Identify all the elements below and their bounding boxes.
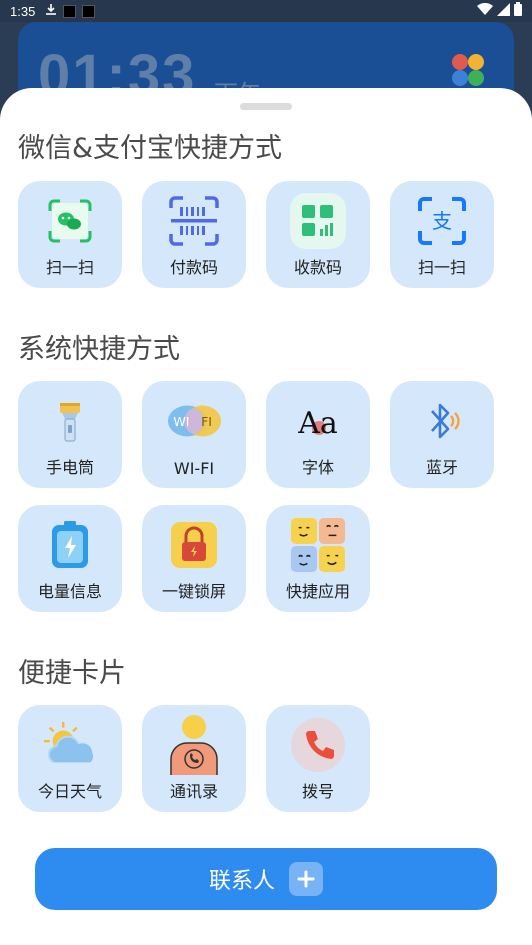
tile-label: 通讯录 [169, 782, 218, 801]
tile-label: WI-FI [173, 459, 215, 478]
tile-receive-code[interactable]: 收款码 [266, 181, 370, 288]
phone-icon [290, 717, 346, 773]
font-icon-text: Aa [297, 406, 338, 441]
tile-contacts[interactable]: 通讯录 [142, 705, 246, 812]
tile-label: 拨号 [301, 782, 334, 801]
tile-label: 扫一扫 [417, 258, 466, 277]
payment-code-icon [166, 193, 222, 249]
status-bar: 1:35 [0, 0, 532, 22]
tile-label: 手电筒 [45, 458, 94, 477]
wifi-icon-text-left: WI [173, 414, 189, 429]
weather-icon [42, 717, 98, 773]
tile-battery-info[interactable]: 电量信息 [18, 505, 122, 612]
download-icon [45, 3, 57, 20]
drag-handle[interactable] [240, 103, 292, 110]
flashlight-icon [42, 393, 98, 449]
tile-label: 付款码 [169, 258, 218, 277]
quick-apps-icon [290, 517, 346, 573]
wechat-scan-icon [42, 193, 98, 249]
section-title-cards: 便捷卡片 [18, 658, 126, 689]
tile-wechat-scan[interactable]: 扫一扫 [18, 181, 122, 288]
svg-text:支: 支 [432, 209, 452, 233]
receive-code-icon [290, 193, 346, 249]
section-title-pay: 微信&支付宝快捷方式 [18, 133, 283, 164]
contacts-button-label: 联系人 [208, 869, 275, 894]
app-logo-icon [452, 54, 484, 86]
tile-label: 快捷应用 [285, 582, 350, 601]
tile-payment-code[interactable]: 付款码 [142, 181, 246, 288]
wifi-icon-text-right: FI [201, 414, 212, 429]
notification-icon [63, 4, 77, 18]
cell-signal-icon [497, 2, 510, 20]
shortcut-sheet: 微信&支付宝快捷方式 扫一扫 付款码 收款码 支 扫一扫 系统快捷方式 手电筒 … [0, 88, 532, 945]
plus-icon [289, 862, 323, 896]
status-time: 1:35 [10, 3, 36, 19]
tile-label: 电量信息 [37, 582, 102, 601]
lock-screen-icon [166, 517, 222, 573]
tile-label: 扫一扫 [45, 258, 94, 277]
alipay-scan-icon: 支 [414, 193, 470, 249]
battery-status-icon [514, 2, 522, 20]
contacts-add-button[interactable]: 联系人 [35, 848, 497, 910]
tile-alipay-scan[interactable]: 支 扫一扫 [390, 181, 494, 288]
tile-wifi[interactable]: WI FI WI-FI [142, 381, 246, 488]
notification-icon [82, 4, 96, 18]
tile-font[interactable]: Aa 字体 [266, 381, 370, 488]
tile-quick-apps[interactable]: 快捷应用 [266, 505, 370, 612]
tile-flashlight[interactable]: 手电筒 [18, 381, 122, 488]
wifi-signal-icon [477, 2, 493, 20]
section-title-system: 系统快捷方式 [18, 334, 180, 365]
tile-dialer[interactable]: 拨号 [266, 705, 370, 812]
tile-label: 收款码 [293, 258, 342, 277]
battery-icon [42, 517, 98, 573]
tile-bluetooth[interactable]: 蓝牙 [390, 381, 494, 488]
tile-label: 蓝牙 [425, 458, 458, 477]
tile-label: 字体 [301, 458, 334, 477]
tile-label: 今日天气 [37, 782, 102, 801]
bluetooth-icon [414, 393, 470, 449]
tile-label: 一键锁屏 [161, 582, 226, 601]
font-icon: Aa [290, 393, 346, 449]
tile-weather[interactable]: 今日天气 [18, 705, 122, 812]
tile-lock-screen[interactable]: 一键锁屏 [142, 505, 246, 612]
wifi-icon: WI FI [166, 393, 222, 449]
contacts-icon [166, 715, 222, 775]
